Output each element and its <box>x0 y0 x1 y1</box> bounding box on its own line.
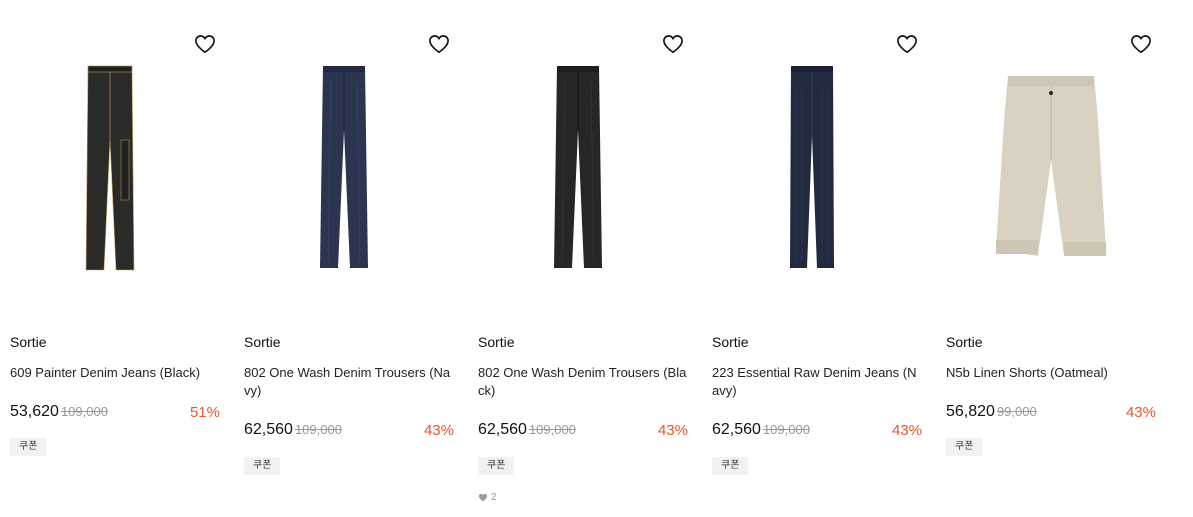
product-image[interactable] <box>946 30 1156 300</box>
product-brand[interactable]: Sortie <box>946 334 983 350</box>
product-name[interactable]: 609 Painter Denim Jeans (Black) <box>10 364 220 382</box>
wishlist-heart-icon[interactable] <box>662 34 684 54</box>
coupon-badge[interactable]: 쿠폰 <box>244 457 281 475</box>
product-name[interactable]: N5b Linen Shorts (Oatmeal) <box>946 364 1156 382</box>
original-price: 99,000 <box>996 404 1037 419</box>
like-count: 2 <box>478 492 497 503</box>
product-image[interactable] <box>712 30 922 300</box>
wishlist-heart-icon[interactable] <box>1130 34 1152 54</box>
sale-price: 62,560 <box>478 421 527 438</box>
price-row: 62,560 109,000 43% <box>244 421 454 443</box>
product-grid: Sortie 609 Painter Denim Jeans (Black) 5… <box>10 0 1190 517</box>
price-row: 62,560 109,000 43% <box>478 421 688 443</box>
product-card[interactable]: Sortie 609 Painter Denim Jeans (Black) 5… <box>10 0 220 517</box>
sale-price: 62,560 <box>244 421 293 438</box>
product-image[interactable] <box>244 30 454 300</box>
product-name[interactable]: 223 Essential Raw Denim Jeans (Navy) <box>712 364 922 400</box>
product-brand[interactable]: Sortie <box>712 334 749 350</box>
wishlist-heart-icon[interactable] <box>194 34 216 54</box>
discount-rate: 43% <box>1125 404 1156 421</box>
product-image-area[interactable] <box>10 30 220 300</box>
product-image-area[interactable] <box>946 30 1156 300</box>
discount-rate: 43% <box>891 422 922 439</box>
price-row: 62,560 109,000 43% <box>712 421 922 443</box>
original-price: 109,000 <box>762 422 810 437</box>
sale-price: 56,820 <box>946 403 995 420</box>
coupon-badge[interactable]: 쿠폰 <box>478 457 515 475</box>
discount-rate: 43% <box>423 422 454 439</box>
product-brand[interactable]: Sortie <box>10 334 47 350</box>
original-price: 109,000 <box>294 422 342 437</box>
product-image[interactable] <box>478 30 688 300</box>
discount-rate: 43% <box>657 422 688 439</box>
original-price: 109,000 <box>528 422 576 437</box>
price-row: 53,620 109,000 51% <box>10 403 220 425</box>
sale-price: 53,620 <box>10 403 59 420</box>
wishlist-heart-icon[interactable] <box>896 34 918 54</box>
product-name[interactable]: 802 One Wash Denim Trousers (Navy) <box>244 364 454 400</box>
product-brand[interactable]: Sortie <box>478 334 515 350</box>
wishlist-heart-icon[interactable] <box>428 34 450 54</box>
product-image-area[interactable] <box>712 30 922 300</box>
like-count-value: 2 <box>491 492 497 503</box>
original-price: 109,000 <box>60 404 108 419</box>
coupon-badge[interactable]: 쿠폰 <box>10 438 47 456</box>
product-image[interactable] <box>10 30 220 300</box>
product-card[interactable]: Sortie 223 Essential Raw Denim Jeans (Na… <box>712 0 922 517</box>
coupon-badge[interactable]: 쿠폰 <box>946 438 983 456</box>
product-card[interactable]: Sortie 802 One Wash Denim Trousers (Navy… <box>244 0 454 517</box>
product-card[interactable]: Sortie N5b Linen Shorts (Oatmeal) 56,820… <box>946 0 1156 517</box>
heart-filled-icon <box>478 493 488 502</box>
product-image-area[interactable] <box>244 30 454 300</box>
price-row: 56,820 99,000 43% <box>946 403 1156 425</box>
product-brand[interactable]: Sortie <box>244 334 281 350</box>
sale-price: 62,560 <box>712 421 761 438</box>
product-name[interactable]: 802 One Wash Denim Trousers (Black) <box>478 364 688 400</box>
product-image-area[interactable] <box>478 30 688 300</box>
coupon-badge[interactable]: 쿠폰 <box>712 457 749 475</box>
discount-rate: 51% <box>189 404 220 421</box>
product-card[interactable]: Sortie 802 One Wash Denim Trousers (Blac… <box>478 0 688 517</box>
